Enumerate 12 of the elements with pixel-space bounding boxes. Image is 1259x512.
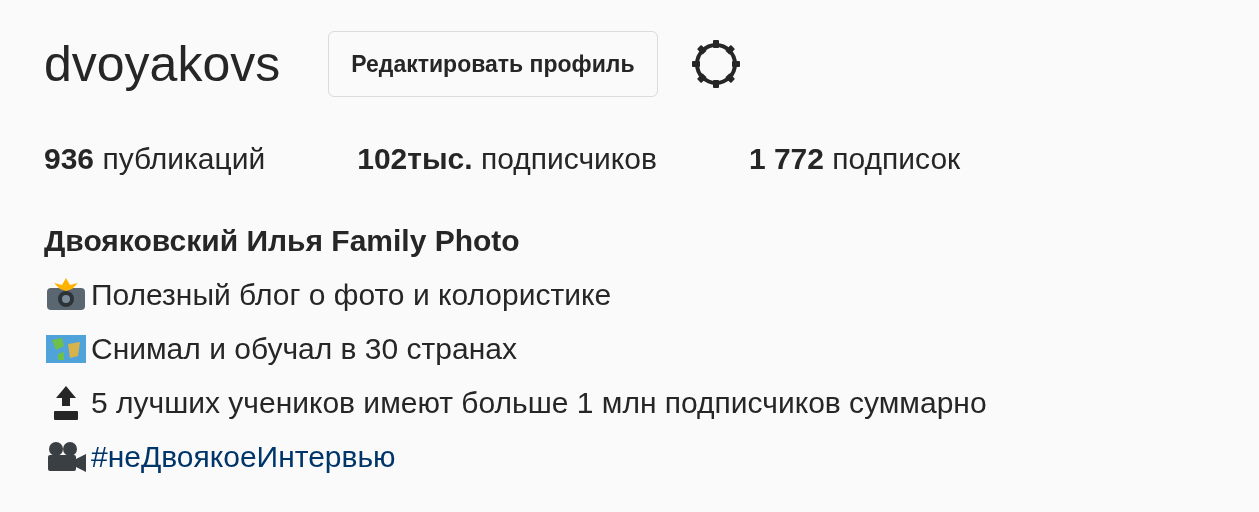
full-name: Двояковский Илья Family Photo (44, 223, 521, 259)
username: dvoyakovs (44, 35, 281, 93)
camera-flash-icon (44, 278, 88, 312)
bio-text: Снимал и обучал в 30 странах (91, 331, 517, 367)
bio-text: 5 лучших учеников имеют больше 1 млн подписчиков суммарно (91, 385, 987, 421)
hashtag-link[interactable]: #неДвоякоеИнтервью (91, 430, 396, 484)
stat-count: 936 публикаций (44, 142, 266, 176)
edit-profile-button[interactable]: Редактировать профиль (328, 31, 658, 97)
stat-count[interactable]: 102тыс. подписчиков (357, 142, 657, 176)
stat-count[interactable]: 1 772 подписок (748, 142, 961, 176)
map-icon (44, 332, 88, 366)
bio-text: Полезный блог о фото и колористике (91, 277, 612, 313)
